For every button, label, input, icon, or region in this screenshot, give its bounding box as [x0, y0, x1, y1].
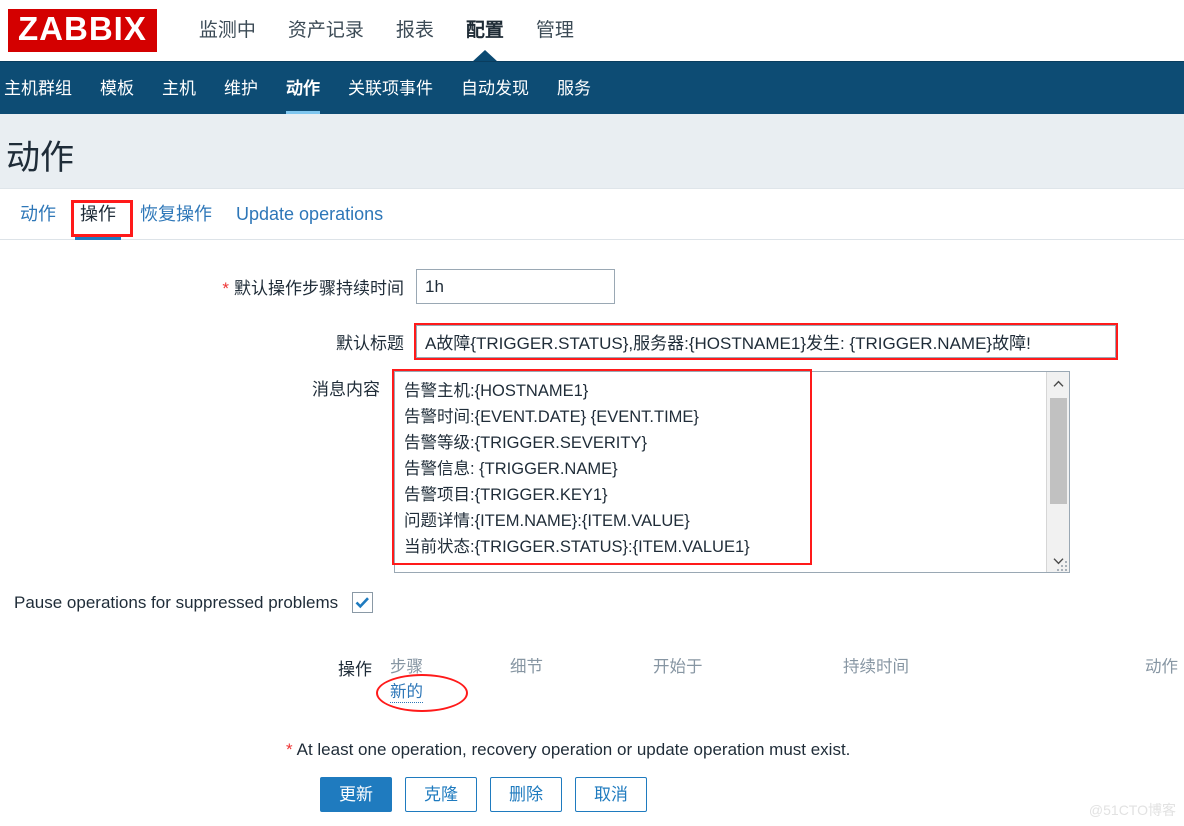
column-header-start-in: 开始于 [653, 658, 703, 676]
top-header: ZABBIX 监测中 资产记录 报表 配置 管理 [0, 0, 1184, 61]
topnav-item-configuration[interactable]: 配置 [450, 0, 520, 61]
secondary-nav: 主机群组 模板 主机 维护 动作 关联项事件 自动发现 服务 [0, 61, 1184, 115]
operations-required-footnote: * At least one operation, recovery operat… [286, 740, 850, 760]
message-text: 告警主机:{HOSTNAME1} 告警时间:{EVENT.DATE} {EVEN… [404, 382, 750, 556]
label-default-subject: 默认标题 [336, 334, 404, 353]
new-operation-cell: 新的 [386, 680, 1182, 709]
tab-operations[interactable]: 操作 [68, 189, 128, 240]
zabbix-action-configuration-page: ZABBIX 监测中 资产记录 报表 配置 管理 主机群组 模板 主机 维护 动… [0, 0, 1184, 826]
required-asterisk: * [222, 279, 229, 298]
topnav-item-monitoring[interactable]: 监测中 [183, 0, 272, 61]
subnav-item-host-groups[interactable]: 主机群组 [0, 62, 86, 115]
subnav-item-maintenance[interactable]: 维护 [210, 62, 272, 115]
column-header-details: 细节 [510, 658, 543, 676]
message-scrollbar[interactable] [1046, 372, 1069, 572]
label-operations: 操作 [338, 660, 372, 679]
watermark: @51CTO博客 [1088, 802, 1176, 818]
tab-update-operations[interactable]: Update operations [224, 189, 395, 239]
chevron-up-icon[interactable] [1047, 372, 1069, 395]
required-asterisk-footnote: * [286, 740, 293, 759]
form-button-bar: 更新 克隆 删除 取消 [320, 777, 660, 812]
table-header-row: 步骤 细节 开始于 持续时间 动作 [386, 645, 1182, 680]
field-row-default-step-duration: * 默认操作步骤持续时间 [168, 269, 615, 304]
operations-table-wrapper: 步骤 细节 开始于 持续时间 动作 新的 [386, 645, 1182, 709]
page-title: 动作 [6, 139, 74, 177]
column-header-step: 步骤 [390, 658, 423, 676]
label-pause-suppressed: Pause operations for suppressed problems [14, 592, 339, 612]
column-header-action: 动作 [1145, 658, 1178, 676]
footnote-text: At least one operation, recovery operati… [296, 740, 851, 759]
form-tabs: 动作 操作 恢复操作 Update operations [0, 189, 1184, 240]
subnav-item-services[interactable]: 服务 [543, 62, 605, 115]
field-row-operations: 操作 步骤 细节 开始于 持续时间 动作 新的 [330, 645, 1182, 709]
update-button[interactable]: 更新 [320, 777, 392, 812]
subnav-item-correlation[interactable]: 关联项事件 [334, 62, 447, 115]
subnav-item-discovery[interactable]: 自动发现 [447, 62, 543, 115]
subnav-item-templates[interactable]: 模板 [86, 62, 148, 115]
operations-table-body: 新的 [386, 680, 1182, 709]
subnav-item-actions[interactable]: 动作 [272, 62, 334, 115]
page-title-band: 动作 [0, 114, 1184, 189]
topnav-item-administration[interactable]: 管理 [520, 0, 590, 61]
field-row-message: 消息内容 告警主机:{HOSTNAME1} 告警时间:{EVENT.DATE} … [272, 369, 1070, 573]
label-default-step-duration: * 默认操作步骤持续时间 [222, 279, 404, 298]
check-icon [355, 597, 370, 609]
field-row-pause-suppressed: Pause operations for suppressed problems [14, 592, 374, 613]
clone-button[interactable]: 克隆 [405, 777, 477, 812]
new-operation-link[interactable]: 新的 [390, 682, 423, 703]
field-row-default-subject: 默认标题 [294, 323, 1118, 360]
default-subject-wrapper [414, 323, 1118, 360]
scrollbar-thumb[interactable] [1050, 398, 1067, 504]
primary-nav: 监测中 资产记录 报表 配置 管理 [183, 0, 590, 61]
subnav-item-hosts[interactable]: 主机 [148, 62, 210, 115]
table-row-new: 新的 [386, 680, 1182, 709]
default-step-duration-input[interactable] [416, 269, 615, 304]
label-message: 消息内容 [312, 380, 380, 399]
default-subject-input[interactable] [416, 325, 1116, 358]
cancel-button[interactable]: 取消 [575, 777, 647, 812]
delete-button[interactable]: 删除 [490, 777, 562, 812]
pause-suppressed-checkbox[interactable] [352, 592, 374, 613]
column-header-duration: 持续时间 [843, 658, 909, 676]
tab-action[interactable]: 动作 [8, 189, 68, 239]
operations-table: 步骤 细节 开始于 持续时间 动作 新的 [386, 645, 1182, 709]
message-textarea[interactable]: 告警主机:{HOSTNAME1} 告警时间:{EVENT.DATE} {EVEN… [394, 371, 1070, 573]
resize-grip-icon[interactable] [1055, 559, 1067, 571]
topnav-item-reports[interactable]: 报表 [380, 0, 450, 61]
zabbix-logo[interactable]: ZABBIX [8, 9, 157, 52]
topnav-item-inventory[interactable]: 资产记录 [272, 0, 380, 61]
message-wrapper: 告警主机:{HOSTNAME1} 告警时间:{EVENT.DATE} {EVEN… [392, 369, 1070, 573]
tab-recovery-operations[interactable]: 恢复操作 [128, 189, 224, 239]
